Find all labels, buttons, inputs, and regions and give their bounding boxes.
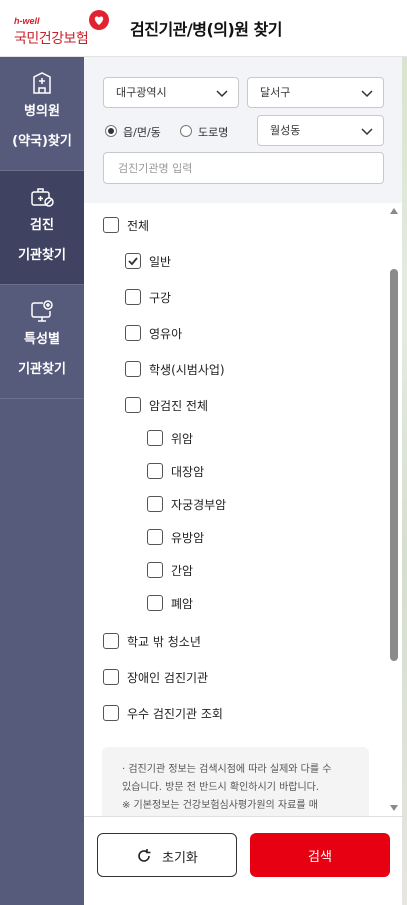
district-select[interactable]: 달서구	[247, 77, 384, 108]
panel-footer: 초기화 검색	[84, 816, 402, 905]
sidebar-item-checkup[interactable]: 검진 기관찾기	[0, 171, 84, 285]
search-panel: 대구광역시 달서구 읍/면/동 도로명 월성동 전체	[84, 57, 402, 905]
checkbox-label: 우수 검진기관 조회	[127, 707, 223, 721]
checkbox	[147, 562, 163, 578]
checkbox	[125, 397, 141, 413]
checkbox-label: 폐암	[171, 597, 194, 611]
checkbox-label: 장애인 검진기관	[127, 671, 209, 685]
checkbox-label: 위암	[171, 432, 194, 446]
city-select-value: 대구광역시	[116, 86, 167, 99]
app-header: h-well 국민건강보험 검진기관/병(의)원 찾기	[0, 0, 407, 57]
filter-area: 대구광역시 달서구 읍/면/동 도로명 월성동	[84, 57, 402, 203]
notice-line: 있습니다. 방문 전 반드시 확인하시기 바랍니다.	[122, 782, 320, 793]
checkbox	[103, 633, 119, 649]
checkbox	[147, 430, 163, 446]
sidebar-item-label: 기관찾기	[18, 362, 66, 377]
sidebar-item-label: 검진	[30, 218, 54, 233]
radio-dot	[180, 125, 192, 137]
logo-name: 국민건강보험	[14, 31, 89, 47]
city-select[interactable]: 대구광역시	[103, 77, 239, 108]
logo-tagline: h-well	[14, 16, 40, 26]
checkbox-label: 유방암	[171, 531, 205, 545]
sidebar-item-label: (약국)찾기	[12, 134, 72, 149]
checkmark-icon	[128, 257, 138, 266]
hospital-icon	[33, 72, 51, 94]
refresh-icon	[138, 849, 151, 862]
reset-button-label: 초기화	[162, 851, 198, 866]
checkbox	[103, 705, 119, 721]
checkbox	[125, 325, 141, 341]
sidebar: 병의원 (약국)찾기 검진 기관찾기 특성별 기관찾기	[0, 57, 84, 905]
checkbox-label: 대장암	[171, 465, 205, 479]
sidebar-item-label: 기관찾기	[18, 248, 66, 263]
notice-line: · 검진기관 정보는 검색시점에 따라 실제와 다를 수	[122, 764, 332, 775]
scroll-down-icon[interactable]	[390, 804, 398, 812]
screen-plus-icon	[31, 300, 53, 322]
district-select-value: 달서구	[260, 86, 291, 99]
scrollbar-thumb[interactable]	[390, 269, 398, 661]
checkbox	[125, 253, 141, 269]
radio-dot	[105, 125, 117, 137]
search-button[interactable]: 검색	[250, 833, 390, 877]
sidebar-item-special[interactable]: 특성별 기관찾기	[0, 285, 84, 399]
checkbox-label: 간암	[171, 564, 194, 578]
checkbox-label: 구강	[149, 291, 172, 305]
checkbox	[103, 217, 119, 233]
checkbox-label: 영유아	[149, 327, 183, 341]
chevron-down-icon	[361, 128, 373, 136]
radio-eup-myeon-dong[interactable]: 읍/면/동	[105, 124, 175, 139]
checkbox-label: 일반	[149, 255, 172, 269]
notice-line: ※ 기본정보는 건강보험심사평가원의 자료를 매	[122, 800, 318, 811]
radio-label: 도로명	[198, 126, 229, 139]
sidebar-item-label: 특성별	[24, 332, 60, 347]
notice-box: · 검진기관 정보는 검색시점에 따라 실제와 다를 수 있습니다. 방문 전 …	[102, 747, 369, 827]
list-scrollbar[interactable]	[387, 207, 401, 812]
sidebar-item-label: 병의원	[24, 104, 60, 119]
scroll-up-icon[interactable]	[390, 207, 398, 215]
radio-road-name[interactable]: 도로명	[180, 124, 240, 139]
checkbox	[125, 289, 141, 305]
sidebar-item-hospital[interactable]: 병의원 (약국)찾기	[0, 57, 84, 171]
checkbox-label: 암검진 전체	[149, 399, 209, 413]
radio-label: 읍/면/동	[123, 126, 161, 139]
page-title: 검진기관/병(의)원 찾기	[130, 20, 283, 39]
heart-logo-icon	[89, 10, 109, 30]
checkbox	[147, 595, 163, 611]
checkbox	[147, 529, 163, 545]
map-view[interactable]	[402, 57, 407, 905]
checkbox	[103, 669, 119, 685]
checkbox	[147, 463, 163, 479]
checkbox-label: 전체	[127, 219, 150, 233]
dong-select[interactable]: 월성동	[257, 115, 384, 146]
checkbox	[125, 361, 141, 377]
nhis-logo[interactable]: h-well 국민건강보험	[14, 10, 114, 50]
checkup-type-list: 전체 일반 구강 영유아 학생(시범사업) 암검진 전체 위암 대장암 자궁경부…	[84, 203, 402, 816]
chevron-down-icon	[361, 90, 373, 98]
dong-select-value: 월성동	[270, 124, 301, 137]
checkbox-label: 학생(시범사업)	[149, 363, 225, 377]
institution-search-input[interactable]	[103, 152, 384, 184]
medical-bag-icon	[31, 188, 54, 207]
reset-button[interactable]: 초기화	[97, 833, 237, 877]
checkbox-label: 자궁경부암	[171, 498, 227, 512]
checkbox	[147, 496, 163, 512]
checkbox-label: 학교 밖 청소년	[127, 635, 201, 649]
chevron-down-icon	[216, 90, 228, 98]
